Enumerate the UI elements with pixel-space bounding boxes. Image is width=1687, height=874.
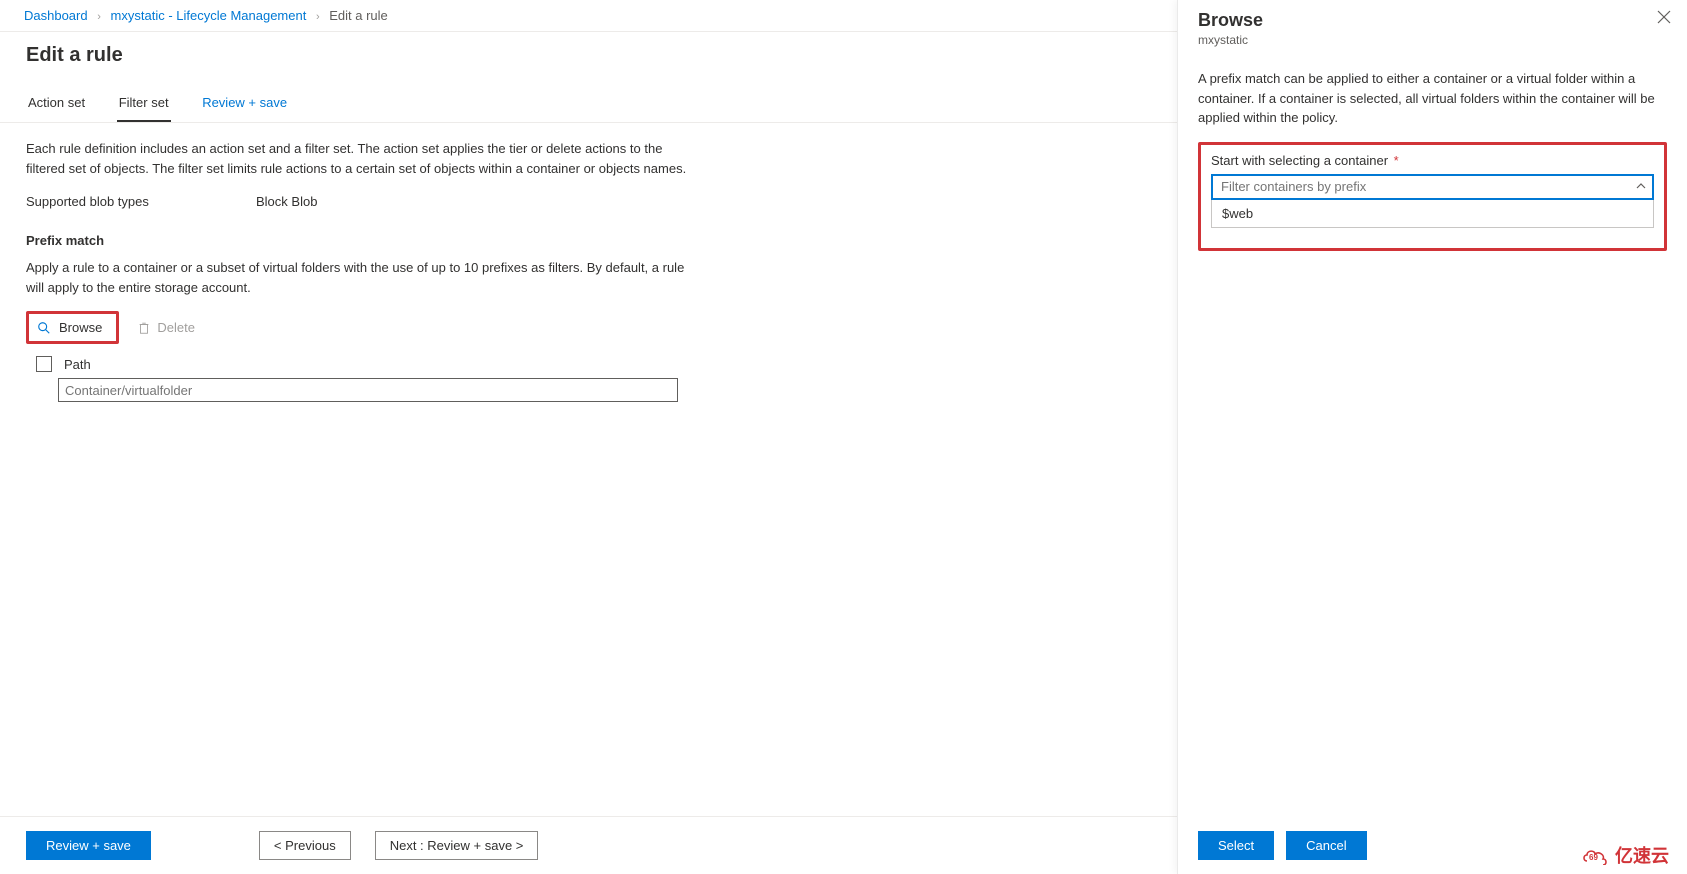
close-icon[interactable]	[1657, 10, 1671, 29]
watermark-icon: 69	[1581, 845, 1609, 865]
breadcrumb-current: Edit a rule	[329, 8, 388, 23]
panel-title: Browse	[1198, 10, 1667, 31]
next-button[interactable]: Next : Review + save >	[375, 831, 539, 860]
watermark: 69 亿速云	[1581, 842, 1669, 868]
previous-button[interactable]: < Previous	[259, 831, 351, 860]
filter-set-content: Each rule definition includes an action …	[0, 123, 720, 418]
breadcrumb-dashboard[interactable]: Dashboard	[24, 8, 88, 23]
panel-subtitle: mxystatic	[1198, 33, 1667, 47]
panel-description: A prefix match can be applied to either …	[1198, 69, 1667, 128]
prefix-match-title: Prefix match	[26, 233, 694, 248]
tab-action-set[interactable]: Action set	[26, 85, 87, 122]
browse-button[interactable]: Browse	[26, 311, 119, 344]
container-select-label: Start with selecting a container *	[1211, 153, 1654, 168]
container-filter-input[interactable]	[1211, 174, 1654, 200]
search-icon	[37, 321, 51, 335]
required-indicator: *	[1394, 153, 1399, 168]
container-dropdown: $web	[1211, 200, 1654, 228]
cancel-button[interactable]: Cancel	[1286, 831, 1366, 860]
chevron-right-icon: ›	[316, 11, 320, 23]
tab-filter-set[interactable]: Filter set	[117, 85, 171, 122]
tab-review-save[interactable]: Review + save	[200, 85, 289, 122]
blob-types-value: Block Blob	[256, 194, 317, 209]
prefix-match-description: Apply a rule to a container or a subset …	[26, 258, 694, 297]
watermark-text: 亿速云	[1615, 842, 1669, 868]
svg-text:69: 69	[1589, 853, 1598, 862]
container-select-highlight: Start with selecting a container * $web	[1198, 142, 1667, 251]
review-save-button[interactable]: Review + save	[26, 831, 151, 860]
browse-button-label: Browse	[59, 320, 102, 335]
path-column-header: Path	[64, 357, 91, 372]
trash-icon	[137, 321, 151, 335]
filter-set-description: Each rule definition includes an action …	[26, 139, 694, 178]
chevron-right-icon: ›	[97, 11, 101, 23]
delete-button-label: Delete	[157, 320, 195, 335]
delete-button[interactable]: Delete	[137, 320, 195, 335]
blob-types-label: Supported blob types	[26, 194, 256, 209]
path-input[interactable]	[58, 378, 678, 402]
select-button[interactable]: Select	[1198, 831, 1274, 860]
browse-panel: Browse mxystatic A prefix match can be a…	[1177, 0, 1687, 874]
breadcrumb-lifecycle[interactable]: mxystatic - Lifecycle Management	[111, 8, 307, 23]
container-option-web[interactable]: $web	[1212, 200, 1653, 227]
path-checkbox[interactable]	[36, 356, 52, 372]
